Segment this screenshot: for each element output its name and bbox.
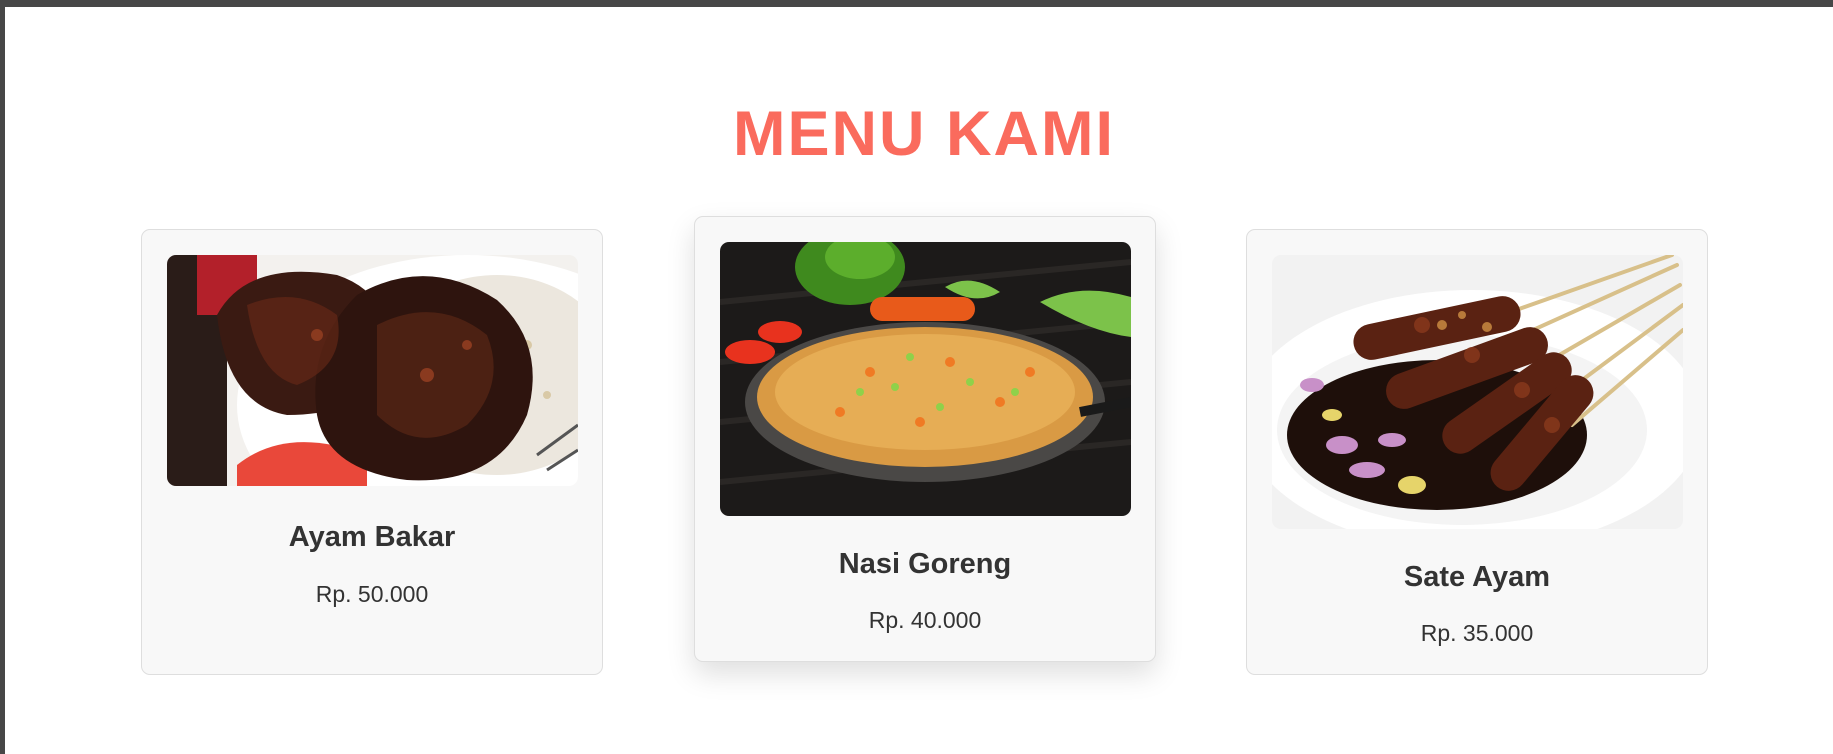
menu-page: MENU KAMI Ayam Bakar Rp. 50.000 Nasi Gor…	[5, 7, 1833, 754]
menu-card-sate-ayam[interactable]: Sate Ayam Rp. 35.000	[1246, 229, 1708, 675]
chicken-satay-photo	[1272, 255, 1683, 529]
menu-item-name: Ayam Bakar	[288, 521, 456, 553]
grilled-chicken-photo	[167, 255, 578, 486]
fried-rice-photo	[720, 242, 1131, 516]
section-title: MENU KAMI	[733, 99, 1115, 169]
menu-item-name: Nasi Goreng	[838, 548, 1012, 580]
menu-card-ayam-bakar[interactable]: Ayam Bakar Rp. 50.000	[141, 229, 603, 675]
menu-item-price: Rp. 35.000	[1420, 620, 1534, 646]
menu-item-price: Rp. 40.000	[868, 607, 982, 633]
menu-item-name: Sate Ayam	[1403, 561, 1551, 593]
menu-item-price: Rp. 50.000	[315, 581, 429, 607]
menu-card-nasi-goreng[interactable]: Nasi Goreng Rp. 40.000	[694, 216, 1156, 662]
window-frame-top	[0, 0, 1833, 7]
